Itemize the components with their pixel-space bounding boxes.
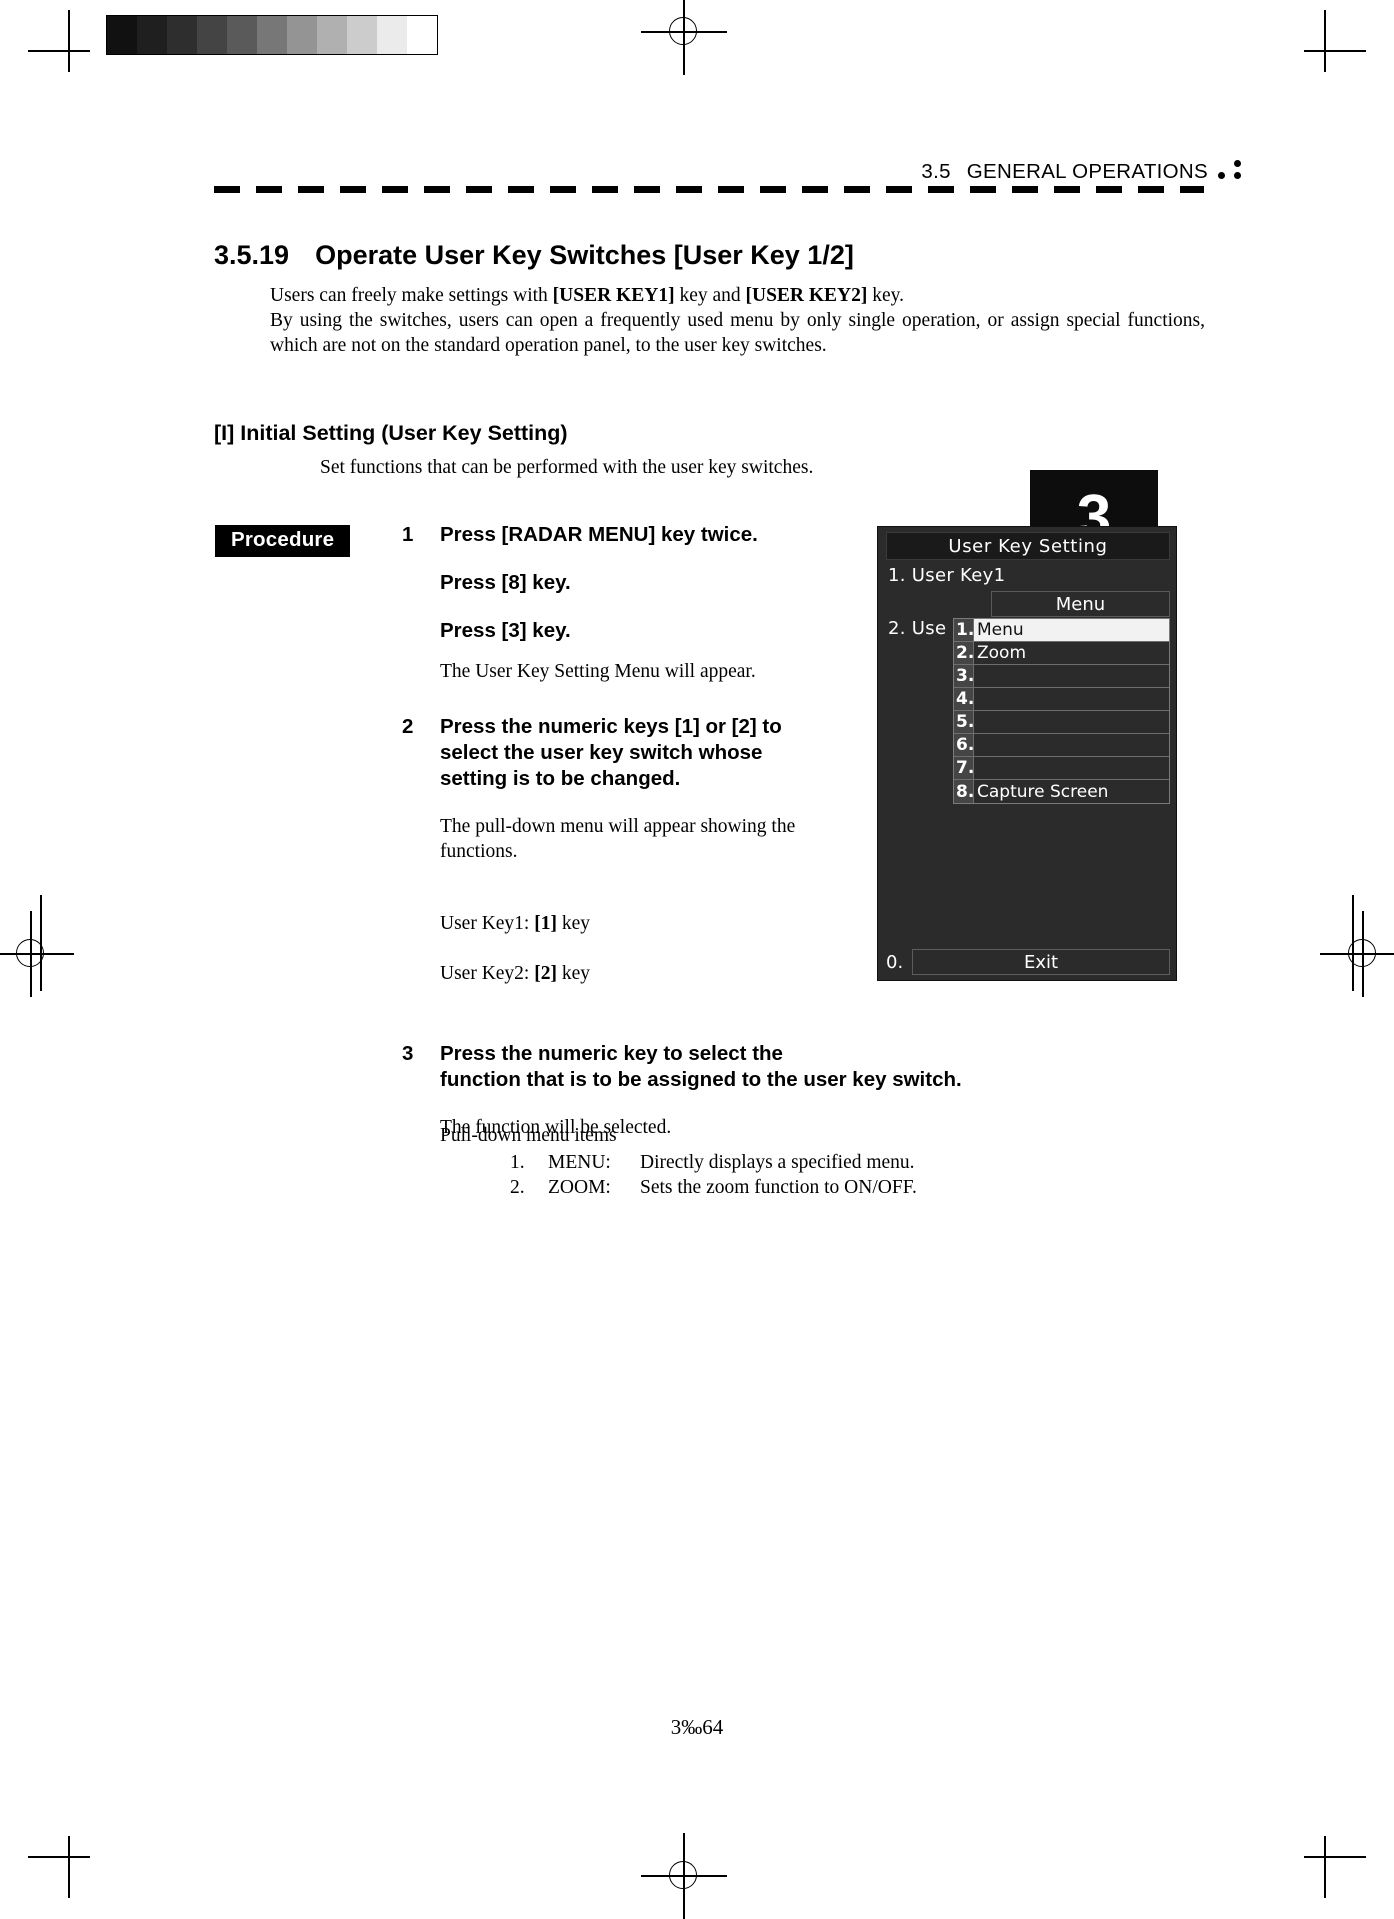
intro-text-a: Users can freely make settings with bbox=[270, 285, 553, 306]
lcd-dropdown-index-4: 4. bbox=[954, 688, 975, 710]
page-title: 3.5.19 Operate User Key Switches [User Ke… bbox=[214, 240, 854, 271]
pulldown-item-name-1: MENU: bbox=[548, 1152, 611, 1173]
step-3-instruction: Press the numeric key to select the func… bbox=[440, 1042, 962, 1091]
lcd-dropdown-label-8: Capture Screen bbox=[977, 781, 1109, 802]
lcd-dropdown-index-3: 3. bbox=[954, 665, 975, 687]
step-2-number: 2 bbox=[402, 715, 414, 738]
lcd-exit-button[interactable]: Exit bbox=[912, 949, 1170, 975]
step-1-number: 1 bbox=[402, 523, 414, 546]
lcd-dropdown-index-5: 5. bbox=[954, 711, 975, 733]
lcd-title-bar: User Key Setting bbox=[886, 532, 1170, 560]
keymap-suffix-2: key bbox=[556, 963, 591, 984]
lcd-dropdown-row-6[interactable]: 6. bbox=[954, 734, 1169, 757]
subsection-lead-text: Set functions that can be performed with… bbox=[320, 457, 814, 478]
header-dots-ornament bbox=[1218, 158, 1252, 184]
keymap-label-2: User Key2: bbox=[440, 963, 535, 984]
lcd-dropdown-row-1[interactable]: 1. Menu bbox=[954, 619, 1169, 642]
lcd-dropdown-label-5 bbox=[974, 711, 1169, 733]
intro-text-c: key. bbox=[867, 285, 905, 306]
lcd-dropdown-row-3[interactable]: 3. bbox=[954, 665, 1169, 688]
running-head-section-number: 3.5 bbox=[921, 160, 951, 183]
lcd-dropdown-row-8[interactable]: 8. Capture Screen bbox=[954, 780, 1169, 803]
lcd-dropdown-index-2: 2. bbox=[954, 642, 975, 664]
page-content: 3.5 GENERAL OPERATIONS 3.5.19 Operate User… bbox=[0, 0, 1394, 1908]
lcd-current-value-bar: Menu bbox=[991, 591, 1170, 617]
pulldown-list-item: 2. ZOOM: Sets the zoom function to ON/OF… bbox=[510, 1175, 917, 1200]
pulldown-item-desc-2: Sets the zoom function to ON/OFF. bbox=[640, 1177, 917, 1198]
lcd-menu-item-user-key1[interactable]: 1. User Key1 bbox=[888, 565, 1005, 586]
pulldown-list-item: 1. MENU: Directly displays a specified m… bbox=[510, 1150, 917, 1175]
header-dashed-rule bbox=[214, 186, 1204, 193]
section-number: 3.5.19 bbox=[214, 240, 290, 271]
intro-line-1: Users can freely make settings with [USE… bbox=[270, 283, 1205, 308]
lcd-dropdown-index-8: 8. bbox=[954, 780, 975, 803]
keymap-key-2: [2] bbox=[534, 963, 557, 984]
keymap-suffix-1: key bbox=[556, 913, 591, 934]
lcd-dropdown-index-6: 6. bbox=[954, 734, 975, 756]
step-3-number: 3 bbox=[402, 1042, 414, 1065]
lcd-dropdown-index-7: 7. bbox=[954, 757, 975, 779]
procedure-badge: Procedure bbox=[215, 525, 351, 557]
intro-paragraph: By using the switches, users can open a … bbox=[270, 310, 1205, 356]
lcd-dropdown-label-1: Menu bbox=[974, 619, 1169, 641]
lcd-dropdown-label-6 bbox=[974, 734, 1169, 756]
running-head-title: GENERAL OPERATIONS bbox=[966, 160, 1208, 183]
lcd-dropdown-label-3 bbox=[974, 665, 1169, 687]
lcd-pulldown-menu[interactable]: 1. Menu 2. Zoom 3. 4. 5. 6. 7. 8. Captur… bbox=[953, 618, 1170, 804]
subsection-heading: [I] Initial Setting (User Key Setting) bbox=[214, 420, 568, 445]
intro-text-b: key and bbox=[674, 285, 746, 306]
keymap-label-1: User Key1: bbox=[440, 913, 535, 934]
lcd-exit-row[interactable]: 0. Exit bbox=[886, 949, 1170, 975]
lcd-dropdown-row-5[interactable]: 5. bbox=[954, 711, 1169, 734]
pulldown-item-index-2: 2. bbox=[510, 1177, 525, 1198]
lcd-dropdown-label-4 bbox=[974, 688, 1169, 710]
lcd-dropdown-row-2[interactable]: 2. Zoom bbox=[954, 642, 1169, 665]
lcd-dropdown-label-7 bbox=[974, 757, 1169, 779]
pulldown-item-name-2: ZOOM: bbox=[548, 1177, 611, 1198]
user-key2-label: [USER KEY2] bbox=[745, 285, 868, 306]
pulldown-menu-items-list: Pull-down menu items 1. MENU: Directly d… bbox=[440, 1123, 917, 1200]
lcd-dropdown-row-4[interactable]: 4. bbox=[954, 688, 1169, 711]
keymap-key-1: [1] bbox=[534, 913, 557, 934]
running-head: 3.5 GENERAL OPERATIONS bbox=[0, 160, 1394, 184]
pulldown-list-title: Pull-down menu items bbox=[440, 1125, 617, 1146]
lcd-exit-index: 0. bbox=[886, 951, 904, 973]
section-title: Operate User Key Switches [User Key 1/2] bbox=[315, 240, 854, 271]
page-number: 3‰64 bbox=[670, 1715, 724, 1739]
radar-lcd-screenshot: User Key Setting 1. User Key1 2. Use Men… bbox=[877, 526, 1177, 981]
intro-paragraph-block: Users can freely make settings with [USE… bbox=[270, 283, 1205, 358]
lcd-dropdown-row-7[interactable]: 7. bbox=[954, 757, 1169, 780]
pulldown-item-desc-1: Directly displays a specified menu. bbox=[640, 1152, 915, 1173]
user-key1-label: [USER KEY1] bbox=[552, 285, 675, 306]
pulldown-item-index-1: 1. bbox=[510, 1152, 525, 1173]
lcd-menu-item-user-key2[interactable]: 2. Use bbox=[888, 618, 946, 639]
lcd-dropdown-index-1: 1. bbox=[954, 619, 975, 641]
lcd-dropdown-label-2: Zoom bbox=[977, 643, 1027, 663]
